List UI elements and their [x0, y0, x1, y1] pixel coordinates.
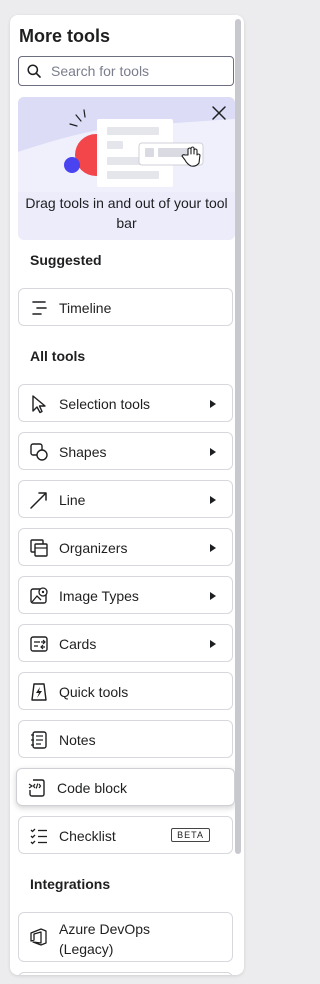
panel-title: More tools	[19, 26, 111, 46]
search-box[interactable]	[18, 56, 234, 86]
tool-label: Code block	[57, 780, 128, 796]
drag-toolbar-illustration	[18, 97, 235, 192]
timeline-icon	[32, 301, 47, 315]
tool-cards[interactable]: Cards	[18, 624, 233, 662]
tool-image-types[interactable]: Image Types	[18, 576, 233, 614]
submenu-arrow-icon	[210, 544, 216, 552]
tool-timeline[interactable]: Timeline	[18, 288, 233, 326]
tool-selection-tools[interactable]: Selection tools	[18, 384, 233, 422]
tool-label: Quick tools	[59, 684, 129, 700]
submenu-arrow-icon	[210, 448, 216, 456]
submenu-arrow-icon	[210, 640, 216, 648]
tool-label: Selection tools	[59, 396, 151, 412]
promo-text: Drag tools in and out of your tool bar	[25, 195, 228, 231]
cursor-icon	[32, 395, 46, 414]
search-input[interactable]	[49, 62, 223, 80]
line-icon	[30, 492, 47, 509]
tool-quick-tools[interactable]: Quick tools	[18, 672, 233, 710]
tool-label: Timeline	[59, 300, 112, 316]
tool-label: Line	[59, 492, 86, 508]
tool-label: Cards	[59, 636, 97, 652]
submenu-arrow-icon	[210, 496, 216, 504]
notes-icon	[31, 731, 47, 749]
image-icon	[30, 587, 48, 604]
scrollbar[interactable]	[235, 19, 241, 854]
tool-label: Azure DevOps (Legacy)	[59, 921, 151, 957]
section-integrations: Integrations	[30, 876, 111, 892]
close-icon[interactable]	[211, 105, 227, 121]
tool-label: Image Types	[59, 588, 139, 604]
tool-azure-devops[interactable]: Azure DevOps (Legacy)	[18, 912, 233, 962]
tool-label: Organizers	[59, 540, 128, 556]
shapes-icon	[30, 443, 48, 461]
search-icon	[27, 64, 41, 78]
tool-label: Notes	[59, 732, 96, 748]
checklist-icon	[30, 828, 47, 845]
tool-next-integration[interactable]	[18, 972, 233, 975]
section-all-tools: All tools	[30, 348, 86, 364]
tool-shapes[interactable]: Shapes	[18, 432, 233, 470]
tool-organizers[interactable]: Organizers	[18, 528, 233, 566]
section-suggested: Suggested	[30, 252, 102, 268]
submenu-arrow-icon	[210, 400, 216, 408]
azure-devops-icon	[30, 928, 47, 946]
more-tools-panel: More tools Search for tools Drag tools i…	[10, 15, 244, 975]
organizer-icon	[30, 539, 48, 557]
submenu-arrow-icon	[210, 592, 216, 600]
tool-notes[interactable]: Notes	[18, 720, 233, 758]
quick-tools-icon	[31, 683, 47, 701]
tool-code-block[interactable]: Code block	[16, 768, 235, 806]
cards-icon	[30, 636, 48, 652]
code-block-icon	[28, 779, 45, 797]
tool-checklist[interactable]: Checklist BETA	[18, 816, 233, 854]
beta-badge: BETA	[171, 828, 210, 842]
tool-label: Checklist	[59, 828, 116, 844]
tool-label: Shapes	[59, 444, 107, 460]
tool-line[interactable]: Line	[18, 480, 233, 518]
drag-tools-promo: Drag tools in and out of your tool bar	[18, 97, 235, 240]
